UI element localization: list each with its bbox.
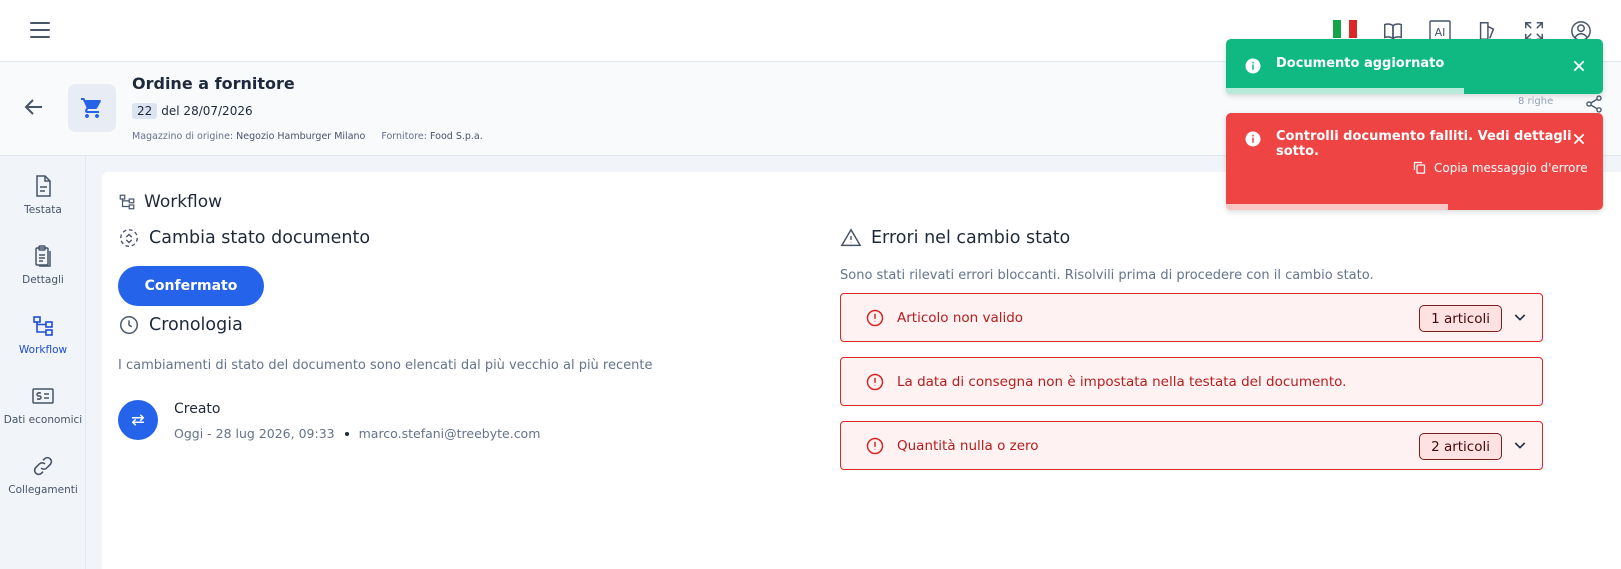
error-icon [866, 309, 884, 326]
page-title: Ordine a fornitore [132, 74, 295, 93]
copy-error-label: Copia messaggio d'errore [1434, 160, 1588, 175]
sidebar-item-label: Dettagli [22, 274, 64, 286]
sidebar-item-label: Dati economici [3, 414, 83, 426]
document-meta: Magazzino di origine: Negozio Hamburger … [132, 131, 483, 142]
sidebar-item-dati-economici[interactable]: Dati economici [0, 384, 86, 444]
sidebar-item-workflow[interactable]: Workflow [0, 314, 86, 374]
chevron-down-icon[interactable] [1512, 309, 1528, 325]
cart-icon [68, 84, 116, 132]
chronology-subtitle: I cambiamenti di stato del documento son… [118, 358, 653, 373]
error-item-delivery-date: La data di consegna non è impostata nell… [840, 357, 1543, 406]
supplier-value: Food S.p.a. [430, 131, 483, 142]
workflow-icon [33, 316, 53, 336]
supplier-label: Fornitore: [381, 131, 427, 142]
error-count-badge: 2 articoli [1419, 433, 1502, 460]
error-icon [866, 437, 884, 454]
error-text: Articolo non valido [897, 309, 1024, 326]
toast-message: Documento aggiornato [1276, 56, 1445, 71]
info-icon [1245, 58, 1261, 74]
error-text: Quantità nulla o zero [897, 437, 1039, 454]
workflow-title-text: Workflow [144, 192, 223, 212]
copy-icon [1413, 161, 1426, 174]
workflow-card: Workflow Cambia stato documento Conferma… [102, 172, 1621, 569]
error-text: La data di consegna non è impostata nell… [897, 373, 1347, 390]
sidebar-item-label: Collegamenti [8, 484, 78, 496]
error-item-zero-quantity: Quantità nulla o zero 2 articoli [840, 421, 1543, 470]
timeline-entry-meta: Oggi - 28 lug 2026, 09:33 marco.stefani@… [174, 426, 540, 441]
warehouse-value: Negozio Hamburger Milano [236, 131, 366, 142]
sidebar-item-testata[interactable]: Testata [0, 174, 86, 234]
error-icon [866, 373, 884, 390]
back-arrow-icon[interactable] [22, 95, 46, 119]
copy-error-button[interactable]: Copia messaggio d'errore [1412, 160, 1588, 175]
chevron-down-icon[interactable] [1512, 437, 1528, 453]
workflow-title: Workflow [118, 192, 222, 212]
toast-message: Controlli documento falliti. Vedi dettag… [1276, 129, 1572, 159]
chronology-title: Cronologia [118, 314, 243, 336]
svg-text:AI: AI [1435, 26, 1446, 39]
link-icon [33, 456, 53, 476]
errors-subtitle: Sono stati rilevati errori bloccanti. Ri… [840, 268, 1374, 283]
clipboard-icon [35, 245, 51, 267]
change-state-title-text: Cambia stato documento [149, 228, 371, 248]
document-icon [36, 175, 51, 197]
state-change-icon [120, 229, 138, 247]
sidebar-item-dettagli[interactable]: Dettagli [0, 244, 86, 304]
error-item-invalid-article: Articolo non valido 1 articoli [840, 293, 1543, 342]
warning-icon [840, 228, 862, 247]
toast-success: Documento aggiornato [1226, 39, 1603, 94]
separator-dot [344, 431, 349, 436]
sidebar: Testata Dettagli Workflow Dati economici… [0, 156, 86, 569]
warehouse-label: Magazzino di origine: [132, 131, 234, 142]
document-number-badge: 22 [132, 103, 158, 119]
change-state-title: Cambia stato documento [118, 227, 370, 249]
chronology-title-text: Cronologia [149, 315, 243, 335]
errors-title: Errori nel cambio stato [840, 227, 1070, 249]
error-count-badge: 1 articoli [1419, 305, 1502, 332]
document-number: 22 del 28/07/2026 [132, 103, 253, 119]
toast-progress-bar [1226, 88, 1464, 94]
toast-progress-bar [1226, 204, 1449, 210]
italian-flag-icon[interactable] [1333, 20, 1357, 38]
swap-icon [118, 400, 158, 440]
info-icon [1245, 131, 1261, 147]
clock-icon [120, 316, 138, 334]
workflow-icon [119, 194, 135, 210]
timeline-entry-title: Creato [174, 401, 221, 417]
timeline-entry-user: marco.stefani@treebyte.com [358, 426, 541, 441]
errors-title-text: Errori nel cambio stato [871, 228, 1071, 248]
confirm-state-button[interactable]: Confermato [118, 266, 264, 306]
close-icon[interactable] [1571, 58, 1587, 74]
money-icon [32, 388, 54, 404]
toast-error: Controlli documento falliti. Vedi dettag… [1226, 113, 1603, 210]
share-icon[interactable] [1584, 94, 1604, 114]
rows-count: 8 righe [1518, 96, 1554, 107]
menu-icon[interactable] [30, 22, 50, 38]
sidebar-item-label: Workflow [18, 344, 68, 356]
close-icon[interactable] [1571, 131, 1587, 147]
sidebar-item-collegamenti[interactable]: Collegamenti [0, 454, 86, 514]
document-date: del 28/07/2026 [161, 104, 253, 118]
sidebar-item-label: Testata [24, 204, 62, 216]
timeline-entry-datetime: Oggi - 28 lug 2026, 09:33 [174, 426, 335, 441]
